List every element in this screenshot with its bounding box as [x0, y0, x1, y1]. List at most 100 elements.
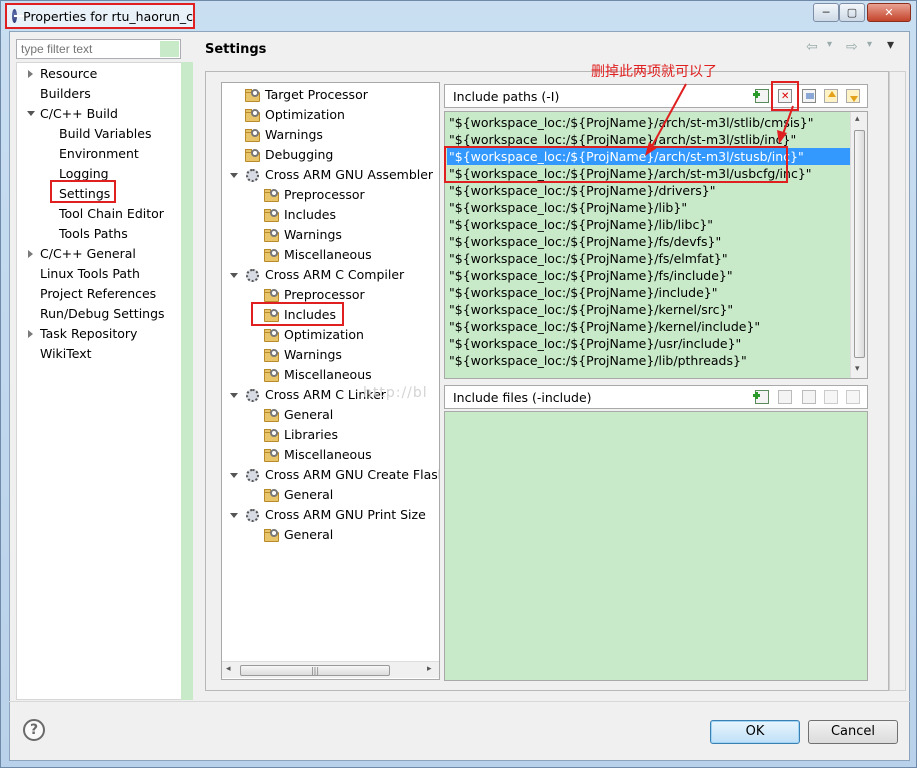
back-arrow-icon[interactable]: ⇦	[806, 39, 818, 55]
sidebar-item-project-references[interactable]: Project References	[40, 284, 156, 303]
expand-task-repository-icon[interactable]	[28, 330, 33, 338]
scroll-left-icon[interactable]: ◂	[226, 664, 231, 674]
list-item[interactable]: "${workspace_loc:/${ProjName}/fs/devfs}"	[447, 233, 850, 250]
list-item[interactable]: "${workspace_loc:/${ProjName}/drivers}"	[447, 182, 850, 199]
tree-item-asm-preprocessor[interactable]: Preprocessor	[284, 186, 365, 204]
tree-item-warnings[interactable]: Warnings	[265, 126, 323, 144]
forward-menu-icon[interactable]: ▾	[867, 39, 872, 50]
arrow-line-right	[782, 105, 794, 135]
list-item[interactable]: "${workspace_loc:/${ProjName}/fs/elmfat}…	[447, 250, 850, 267]
delete-file-icon[interactable]	[778, 390, 792, 404]
tree-item-target-processor[interactable]: Target Processor	[265, 86, 368, 104]
help-icon[interactable]: ?	[23, 719, 45, 741]
sidebar-item-resource[interactable]: Resource	[40, 64, 97, 83]
folder-wrench-icon	[245, 129, 261, 142]
forward-arrow-icon[interactable]: ⇨	[846, 39, 858, 55]
collapse-cc-build-icon[interactable]	[27, 111, 35, 116]
window-title: Properties for rtu_haorun_c	[23, 8, 193, 24]
list-item[interactable]: "${workspace_loc:/${ProjName}/lib/libc}"	[447, 216, 850, 233]
cancel-button[interactable]: Cancel	[808, 720, 898, 744]
folder-wrench-icon	[264, 289, 280, 302]
tree-item-print-size[interactable]: Cross ARM GNU Print Size	[265, 506, 426, 524]
tree-item-cross-arm-c-compiler[interactable]: Cross ARM C Compiler	[265, 266, 404, 284]
edit-path-icon[interactable]	[802, 89, 816, 103]
minimize-button[interactable]: ─	[813, 3, 839, 22]
sidebar-item-linux-tools-path[interactable]: Linux Tools Path	[40, 264, 140, 283]
move-file-down-icon[interactable]	[846, 390, 860, 404]
tree-item-asm-includes[interactable]: Includes	[284, 206, 336, 224]
tree-item-print-general[interactable]: General	[284, 526, 333, 544]
sidebar-item-wikitext[interactable]: WikiText	[40, 344, 92, 363]
add-file-icon[interactable]	[753, 390, 769, 404]
tree-item-linker-miscellaneous[interactable]: Miscellaneous	[284, 446, 372, 464]
tree-item-create-flash[interactable]: Cross ARM GNU Create Flash	[265, 466, 439, 484]
content-scrollbar[interactable]	[889, 71, 906, 691]
sidebar-item-cc-general[interactable]: C/C++ General	[40, 244, 136, 263]
collapse-linker-icon[interactable]	[230, 393, 238, 398]
tree-item-asm-warnings[interactable]: Warnings	[284, 226, 342, 244]
close-button[interactable]: ✕	[867, 3, 911, 22]
view-menu-icon[interactable]: ▾	[887, 37, 894, 53]
folder-wrench-icon	[264, 229, 280, 242]
collapse-c-compiler-icon[interactable]	[230, 273, 238, 278]
tree-item-cc-miscellaneous[interactable]: Miscellaneous	[284, 366, 372, 384]
gear-icon	[246, 469, 259, 482]
sidebar-item-build-variables[interactable]: Build Variables	[59, 124, 151, 143]
filter-input[interactable]	[16, 39, 181, 59]
tree-hscroll-thumb[interactable]: |||	[240, 665, 390, 676]
list-item[interactable]: "${workspace_loc:/${ProjName}/fs/include…	[447, 267, 850, 284]
collapse-create-flash-icon[interactable]	[230, 473, 238, 478]
maximize-button[interactable]: ▢	[839, 3, 865, 22]
expand-cc-general-icon[interactable]	[28, 250, 33, 258]
sidebar-item-builders[interactable]: Builders	[40, 84, 91, 103]
scroll-up-icon[interactable]: ▴	[855, 114, 860, 124]
move-up-icon[interactable]	[824, 89, 838, 103]
settings-highlight	[50, 180, 116, 203]
folder-wrench-icon	[264, 449, 280, 462]
include-paths-scrollbar[interactable]: ▴ ▾	[850, 112, 867, 378]
back-menu-icon[interactable]: ▾	[827, 39, 832, 50]
watermark-text: http://bl	[363, 385, 428, 401]
sidebar-item-environment[interactable]: Environment	[59, 144, 139, 163]
sidebar-item-tools-paths[interactable]: Tools Paths	[59, 224, 128, 243]
footer-divider	[9, 701, 910, 702]
folder-wrench-icon	[264, 249, 280, 262]
move-file-up-icon[interactable]	[824, 390, 838, 404]
filter-clear-icon[interactable]	[160, 41, 179, 57]
sidebar-scroll-strip	[181, 62, 193, 700]
ok-button[interactable]: OK	[710, 720, 800, 744]
scroll-down-icon[interactable]: ▾	[855, 364, 860, 374]
tree-item-asm-miscellaneous[interactable]: Miscellaneous	[284, 246, 372, 264]
collapse-print-size-icon[interactable]	[230, 513, 238, 518]
tree-item-cross-arm-gnu-assembler[interactable]: Cross ARM GNU Assembler	[265, 166, 433, 184]
sidebar-item-task-repository[interactable]: Task Repository	[40, 324, 137, 343]
list-item[interactable]: "${workspace_loc:/${ProjName}/usr/includ…	[447, 335, 850, 352]
list-item[interactable]: "${workspace_loc:/${ProjName}/lib}"	[447, 199, 850, 216]
tree-item-optimization[interactable]: Optimization	[265, 106, 345, 124]
tree-item-cc-optimization[interactable]: Optimization	[284, 326, 364, 344]
title-bar[interactable]: Properties for rtu_haorun_c ─ ▢ ✕	[1, 1, 917, 31]
tree-item-flash-general[interactable]: General	[284, 486, 333, 504]
tree-item-linker-libraries[interactable]: Libraries	[284, 426, 338, 444]
tree-hscrollbar[interactable]: ◂ ||| ▸	[222, 661, 439, 678]
sidebar-item-cc-build[interactable]: C/C++ Build	[40, 104, 118, 123]
edit-file-icon[interactable]	[802, 390, 816, 404]
include-paths-scroll-thumb[interactable]	[854, 130, 865, 358]
sidebar-item-tool-chain-editor[interactable]: Tool Chain Editor	[59, 204, 164, 223]
tree-item-linker-general[interactable]: General	[284, 406, 333, 424]
include-files-list[interactable]	[444, 411, 868, 681]
sidebar-item-run-debug-settings[interactable]: Run/Debug Settings	[40, 304, 165, 323]
tree-item-cc-warnings[interactable]: Warnings	[284, 346, 342, 364]
gear-icon	[246, 269, 259, 282]
scroll-right-icon[interactable]: ▸	[427, 664, 432, 674]
folder-wrench-icon	[264, 409, 280, 422]
move-down-icon[interactable]	[846, 89, 860, 103]
properties-dialog: Properties for rtu_haorun_c ─ ▢ ✕ Resour…	[0, 0, 917, 768]
expand-resource-icon[interactable]	[28, 70, 33, 78]
list-item[interactable]: "${workspace_loc:/${ProjName}/kernel/inc…	[447, 318, 850, 335]
collapse-assembler-icon[interactable]	[230, 173, 238, 178]
list-item[interactable]: "${workspace_loc:/${ProjName}/lib/pthrea…	[447, 352, 850, 369]
list-item[interactable]: "${workspace_loc:/${ProjName}/kernel/src…	[447, 301, 850, 318]
tree-item-debugging[interactable]: Debugging	[265, 146, 333, 164]
list-item[interactable]: "${workspace_loc:/${ProjName}/include}"	[447, 284, 850, 301]
